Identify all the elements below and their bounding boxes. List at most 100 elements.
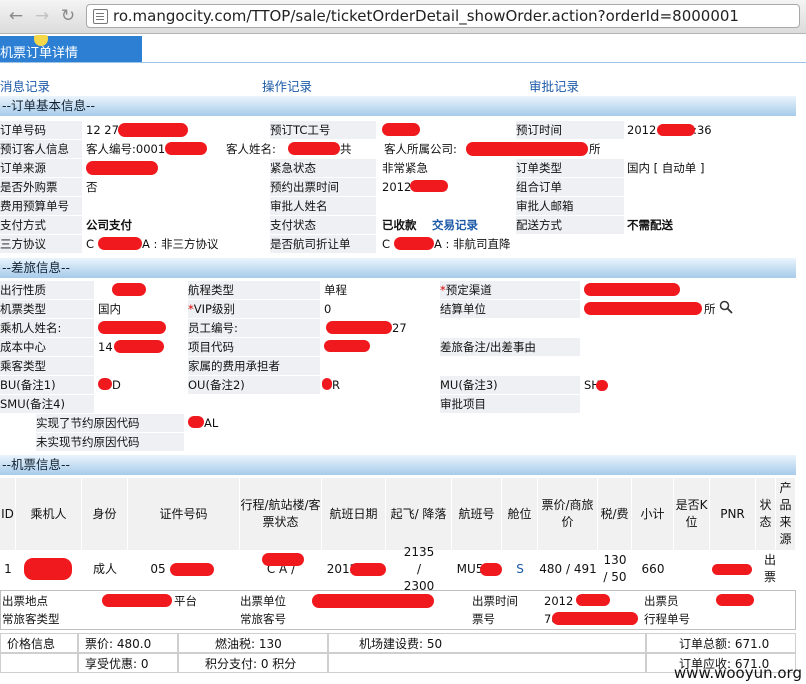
redaction <box>188 416 204 428</box>
cell-id: 1 <box>4 561 12 576</box>
url-text: ro.mangocity.com/TTOP/sale/ticketOrderDe… <box>113 7 739 25</box>
cell-subtotal: 660 <box>641 561 665 576</box>
itinerary-label: 行程单号 <box>644 612 690 626</box>
price-info-label: 价格信息 <box>0 633 78 653</box>
col-price: 票价/商旅价 <box>538 478 598 550</box>
issue-clerk-label: 出票员 <box>644 594 679 608</box>
approver-email-label: 审批人邮箱 <box>516 197 624 215</box>
messages-link[interactable]: 消息记录 <box>0 76 50 95</box>
customer-name-tail: 共 <box>340 142 352 156</box>
redaction <box>480 563 502 576</box>
price-blank-cell <box>0 653 78 673</box>
outsourced-value: 否 <box>86 180 98 194</box>
col-id: ID <box>0 478 16 550</box>
redaction <box>170 563 214 576</box>
redaction <box>288 142 340 155</box>
redaction <box>657 124 695 136</box>
price-discount: 享受优惠: 0 <box>78 653 178 673</box>
redaction <box>118 123 188 137</box>
booking-time-label: 预订时间 <box>516 121 624 139</box>
redaction <box>86 161 158 175</box>
redaction <box>596 380 608 391</box>
col-passenger: 乘机人 <box>16 478 82 550</box>
issue-place-label: 出票地点 <box>2 594 48 608</box>
order-type-label: 订单类型 <box>516 159 624 177</box>
source-label: 订单来源 <box>0 159 82 177</box>
vip-label: VIP级别 <box>193 302 235 316</box>
third-party-prefix: C <box>86 237 95 251</box>
approvals-link[interactable]: 审批记录 <box>529 76 579 95</box>
bu-value: D <box>112 378 121 392</box>
col-flight: 航班号 <box>452 478 502 550</box>
employee-label: 员工编号: <box>188 319 320 337</box>
watermark: www.wooyun.org <box>673 664 802 682</box>
redaction <box>552 612 638 625</box>
redaction <box>262 553 304 566</box>
cell-tax: 130 / 50 <box>603 553 627 584</box>
project-label: 项目代码 <box>188 338 320 356</box>
customer-label: 预订客人信息 <box>0 140 82 158</box>
page-title: 机票订单详情 <box>0 46 79 61</box>
ff-no-label: 常旅客号 <box>240 612 286 626</box>
redaction <box>322 378 332 390</box>
bu-label: BU(备注1) <box>0 376 94 394</box>
section-basic-header: --订单基本信息-- <box>0 96 796 116</box>
third-party-label: 三方协议 <box>0 235 82 253</box>
section-ticket-header: --机票信息-- <box>0 455 796 475</box>
col-identity: 身份 <box>82 478 128 550</box>
back-icon[interactable]: ← <box>6 6 26 26</box>
delivery-label: 配送方式 <box>516 216 624 234</box>
passenger-label: 乘机人姓名: <box>0 319 94 337</box>
discount-value: A : 非航司直降 <box>434 237 511 251</box>
col-cabin: 舱位 <box>502 478 538 550</box>
discount-label: 是否航司折让单 <box>270 235 376 253</box>
redaction <box>584 283 680 296</box>
pay-status-label: 支付状态 <box>270 216 376 234</box>
cost-center-label: 成本中心 <box>0 338 94 356</box>
pay-status-value: 已收款 <box>382 218 417 232</box>
saving-value: AL <box>204 416 219 430</box>
title-divider <box>0 62 806 63</box>
col-date: 航班日期 <box>322 478 386 550</box>
nosaving-label: 未实现节约原因代码 <box>36 433 184 451</box>
reload-icon[interactable]: ↻ <box>58 6 78 26</box>
cell-price: 480 / 491 <box>539 561 597 576</box>
urgency-label: 紧急状态 <box>270 159 376 177</box>
booking-time-value: 2012 10:20:36 <box>627 123 712 137</box>
vip-label-cell: *VIP级别 <box>188 300 320 318</box>
ou-label: OU(备注2) <box>188 376 320 394</box>
redaction <box>326 321 392 334</box>
operations-link[interactable]: 操作记录 <box>262 76 312 95</box>
price-fare: 票价: 480.0 <box>78 633 178 653</box>
page-title-tab: 机票订单详情 <box>0 35 142 62</box>
redaction <box>324 340 370 352</box>
outsourced-label: 是否外购票 <box>0 178 82 196</box>
redaction <box>394 237 434 250</box>
cell-cabin[interactable]: S <box>502 550 538 588</box>
price-fuel: 燃油税: 130 <box>178 633 328 653</box>
col-tax: 税/费 <box>598 478 632 550</box>
ou-value: R <box>332 378 340 392</box>
pay-label: 支付方式 <box>0 216 82 234</box>
price-airport: 机场建设费: 50 <box>328 633 646 653</box>
transactions-link[interactable]: 交易记录 <box>432 216 492 234</box>
approver-label: 审批人姓名 <box>270 197 376 215</box>
col-cert: 证件号码 <box>128 478 240 550</box>
redaction <box>576 594 610 606</box>
cell-identity: 成人 <box>92 561 117 576</box>
redaction <box>112 283 146 296</box>
address-bar[interactable]: ro.mangocity.com/TTOP/sale/ticketOrderDe… <box>86 4 800 28</box>
col-route: 行程/航站楼/客票状态 <box>240 478 322 550</box>
route-type-value: 单程 <box>324 283 347 297</box>
discount-prefix: C <box>382 237 391 251</box>
forward-icon[interactable]: → <box>32 6 52 26</box>
company-tail: 所 <box>589 142 601 156</box>
booking-tc-label: 预订TC工号 <box>270 121 376 139</box>
search-icon[interactable] <box>719 300 733 314</box>
col-kslot: 是否K位 <box>674 478 710 550</box>
redaction <box>466 142 588 156</box>
issue-time-label: 预约出票时间 <box>270 178 376 196</box>
employee-tail: 27 <box>392 321 407 335</box>
order-type-value: 国内 [ 自动单 ] <box>627 161 705 175</box>
urgency-value: 非常紧急 <box>382 161 428 175</box>
